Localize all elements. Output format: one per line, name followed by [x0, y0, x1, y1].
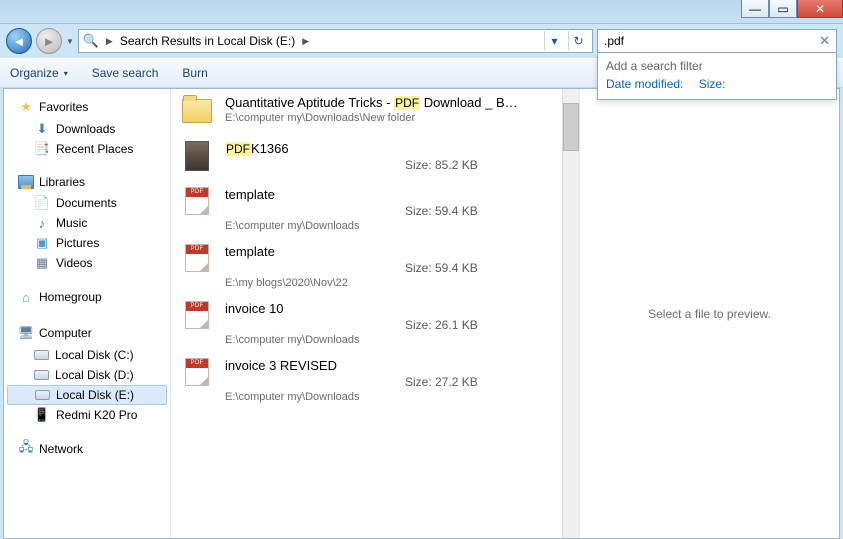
forward-button[interactable]: ►	[36, 28, 62, 54]
star-icon: ★	[18, 99, 34, 115]
filter-date-modified[interactable]: Date modified:	[606, 77, 683, 91]
nav-music[interactable]: ♪Music	[4, 213, 170, 233]
window-minimize-button[interactable]: —	[741, 0, 769, 18]
nav-drive-d[interactable]: Local Disk (D:)	[4, 365, 170, 385]
result-title: invoice 3 REVISED	[225, 358, 552, 373]
img-icon	[181, 141, 213, 175]
homegroup-icon: ⌂	[18, 289, 34, 305]
result-row[interactable]: Quantitative Aptitude Tricks - PDF Downl…	[171, 89, 562, 133]
result-title: PDFK1366	[225, 141, 552, 156]
videos-icon: ▦	[34, 255, 50, 271]
pictures-icon: ▣	[34, 235, 50, 251]
preview-pane: Select a file to preview.	[579, 89, 839, 538]
pdf-icon	[181, 187, 213, 221]
network-icon: 🖧	[18, 441, 34, 457]
refresh-button[interactable]: ↻	[568, 31, 588, 51]
result-path: E:\computer my\Downloads	[225, 334, 552, 346]
homegroup-group[interactable]: ⌂Homegroup	[4, 287, 170, 309]
result-path: E:\computer my\Downloads	[225, 391, 552, 403]
search-location-icon: 🔍	[83, 33, 99, 49]
libraries-group[interactable]: Libraries	[4, 173, 170, 193]
result-row[interactable]: invoice 3 REVISED Size: 27.2 KB E:\compute…	[171, 352, 562, 407]
organize-menu[interactable]: Organize	[10, 66, 68, 80]
search-filter-hint: Add a search filter	[606, 59, 828, 73]
burn-button[interactable]: Burn	[182, 66, 207, 80]
vertical-scrollbar[interactable]	[562, 89, 579, 538]
nav-redmi[interactable]: 📱Redmi K20 Pro	[4, 405, 170, 425]
search-filter-popup: Add a search filter Date modified: Size:	[597, 53, 837, 100]
result-row[interactable]: invoice 10 Size: 26.1 KB E:\computer my\Do…	[171, 295, 562, 350]
result-size: Size: 59.4 KB	[405, 204, 478, 218]
result-title: template	[225, 244, 552, 259]
result-size: Size: 85.2 KB	[405, 158, 478, 172]
navigation-pane: ★Favorites ⬇Downloads 📑Recent Places Lib…	[4, 89, 171, 538]
back-button[interactable]: ◄	[6, 28, 32, 54]
nav-videos[interactable]: ▦Videos	[4, 253, 170, 273]
network-group[interactable]: 🖧Network	[4, 439, 170, 461]
folder-icon	[181, 95, 213, 129]
result-path: E:\computer my\Downloads\New folder	[225, 112, 552, 124]
drive-icon	[35, 390, 50, 400]
search-input[interactable]	[604, 34, 815, 48]
pdf-icon	[181, 244, 213, 278]
address-text: Search Results in Local Disk (E:)	[120, 34, 295, 48]
nav-drive-c[interactable]: Local Disk (C:)	[4, 345, 170, 365]
recent-icon: 📑	[34, 141, 50, 157]
window-close-button[interactable]: ✕	[797, 0, 843, 18]
pdf-icon	[181, 301, 213, 335]
drive-icon	[34, 350, 49, 360]
downloads-icon: ⬇	[34, 121, 50, 137]
result-size: Size: 27.2 KB	[405, 375, 478, 389]
libraries-icon	[18, 175, 34, 189]
search-box[interactable]: ✕	[597, 29, 837, 53]
computer-icon: 🖥	[18, 325, 34, 341]
history-dropdown[interactable]: ▼	[66, 37, 74, 46]
pdf-icon	[181, 358, 213, 392]
documents-icon: 📄	[34, 195, 50, 211]
favorites-group[interactable]: ★Favorites	[4, 97, 170, 119]
result-title: template	[225, 187, 552, 202]
nav-recent-places[interactable]: 📑Recent Places	[4, 139, 170, 159]
result-title: Quantitative Aptitude Tricks - PDF Downl…	[225, 95, 552, 110]
result-row[interactable]: template Size: 59.4 KB E:\my blogs\2020\No…	[171, 238, 562, 293]
nav-pictures[interactable]: ▣Pictures	[4, 233, 170, 253]
nav-documents[interactable]: 📄Documents	[4, 193, 170, 213]
window-maximize-button[interactable]: ▭	[769, 0, 797, 18]
search-results-list: Quantitative Aptitude Tricks - PDF Downl…	[171, 89, 562, 538]
result-row[interactable]: PDFK1366 Size: 85.2 KB	[171, 135, 562, 179]
nav-downloads[interactable]: ⬇Downloads	[4, 119, 170, 139]
nav-drive-e[interactable]: Local Disk (E:)	[7, 385, 167, 405]
save-search-button[interactable]: Save search	[92, 66, 159, 80]
address-dropdown-button[interactable]: ▾	[544, 31, 564, 51]
result-size: Size: 26.1 KB	[405, 318, 478, 332]
result-size: Size: 59.4 KB	[405, 261, 478, 275]
result-title: invoice 10	[225, 301, 552, 316]
clear-search-icon[interactable]: ✕	[815, 33, 830, 49]
chevron-right-icon[interactable]: ▶	[299, 36, 312, 47]
filter-size[interactable]: Size:	[699, 77, 726, 91]
result-row[interactable]: template Size: 59.4 KB E:\computer my\Down…	[171, 181, 562, 236]
chevron-right-icon[interactable]: ▶	[103, 36, 116, 47]
address-bar[interactable]: 🔍 ▶ Search Results in Local Disk (E:) ▶ …	[78, 29, 593, 53]
drive-icon	[34, 370, 49, 380]
result-path: E:\computer my\Downloads	[225, 220, 552, 232]
titlebar: — ▭ ✕	[0, 0, 843, 24]
navigation-bar: ◄ ► ▼ 🔍 ▶ Search Results in Local Disk (…	[0, 24, 843, 58]
music-icon: ♪	[34, 215, 50, 231]
phone-icon: 📱	[34, 407, 50, 423]
computer-group[interactable]: 🖥Computer	[4, 323, 170, 345]
result-path: E:\my blogs\2020\Nov\22	[225, 277, 552, 289]
